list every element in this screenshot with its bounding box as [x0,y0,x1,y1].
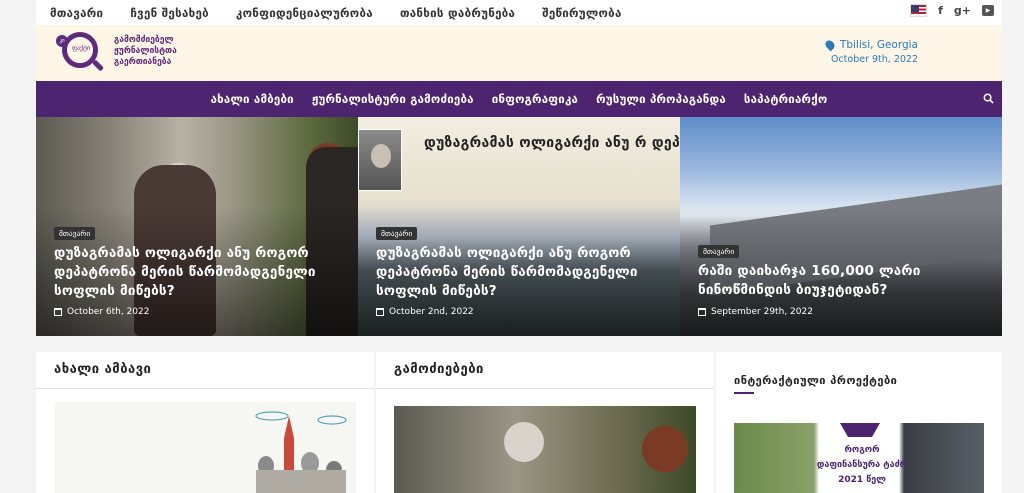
top-nav-item-donate[interactable]: შეწირულობა [542,6,621,20]
top-bar: მთავარი ჩვენ შესახებ კონფიდენციალურობა თ… [36,0,1002,25]
header-date: October 9th, 2022 [830,54,918,65]
location-text: Tbilisi, Georgia [839,39,918,51]
logo-inner-text: ფაქტი [72,45,91,52]
slide-category-badge[interactable]: მთავარი [376,227,418,240]
slide-date-text: September 29th, 2022 [711,307,813,317]
main-nav: ახალი ამბები ჟურნალისტური გამოძიება ინფო… [36,81,1002,117]
slide-image-title: დუზაგრამას ოლიგარქი ანუ რ დეპატრონა მერი… [424,135,680,151]
slide-title[interactable]: დუზაგრამას ოლიგარქი ანუ როგორ დეპატრონა … [54,244,349,301]
investigations-section: გამოძიებები [376,352,714,493]
main-nav-item-infographics[interactable]: ინფოგრაფიკა [492,92,578,106]
calendar-icon [54,308,62,316]
youtube-icon[interactable]: ▶ [982,5,994,16]
calendar-icon [376,308,384,316]
investigation-thumbnail[interactable] [394,406,696,493]
section-divider [36,388,374,389]
news-thumbnail[interactable] [54,402,356,493]
news-section-title[interactable]: ახალი ამბავი [54,362,151,377]
investigations-section-title[interactable]: გამოძიებები [394,362,484,377]
slide-title[interactable]: დუზაგრამას ოლიგარქი ანუ როგორ დეპატრონა … [376,244,671,301]
section-divider [376,388,714,389]
site-header: კი ფაქტი გამომძიებელ ჟურნალისტთა გაერთია… [36,25,1002,81]
main-nav-item-investigative[interactable]: ჟურნალისტური გამოძიება [312,92,474,106]
interactive-section-title[interactable]: ინტერაქტიული პროექტები [734,374,897,387]
logo-handle [91,59,105,72]
slide-date-text: October 2nd, 2022 [389,307,474,317]
site-logo[interactable]: კი ფაქტი გამომძიებელ ჟურნალისტთა გაერთია… [56,29,216,75]
slide-category-badge[interactable]: მთავარი [698,245,740,258]
us-flag-icon[interactable] [910,4,928,17]
main-nav-item-news[interactable]: ახალი ამბები [211,92,294,106]
location: Tbilisi, Georgia [823,38,918,52]
slide-date: October 2nd, 2022 [376,307,474,317]
logo-text: გამომძიებელ ჟურნალისტთა გაერთიანება [114,35,177,67]
top-nav-item-home[interactable]: მთავარი [50,6,103,20]
slide-portrait-image [358,129,402,191]
top-nav-item-about[interactable]: ჩვენ შესახებ [130,6,209,20]
slide-3[interactable]: მთავარი რაში დაიხარჯა 160,000 ლარი ნინოწ… [680,117,1002,336]
facebook-icon[interactable]: f [938,4,943,17]
project-thumbnail-text: როგორ დაფინანსურა ტაძრ 2021 წელ [816,445,908,485]
featured-slider: მთავარი დუზაგრამას ოლიგარქი ანუ როგორ დე… [36,117,1002,336]
news-section: ახალი ამბავი [36,352,374,493]
calendar-icon [698,308,706,316]
slide-title[interactable]: რაში დაიხარჯა 160,000 ლარი ნინოწმინდის ბ… [698,262,993,300]
chevron-badge [840,423,880,437]
top-nav: მთავარი ჩვენ შესახებ კონფიდენციალურობა თ… [50,6,649,20]
logo-badge: კი [56,35,68,47]
interactive-project-thumbnail[interactable]: როგორ დაფინანსურა ტაძრ 2021 წელ [734,423,984,493]
kremlin-illustration [255,411,347,493]
thumbnail-figure [642,426,688,472]
google-plus-icon[interactable]: g+ [954,4,971,17]
section-title-underline [734,392,754,394]
map-pin-icon [823,38,837,52]
main-nav-item-patriarchate[interactable]: საპატრიარქო [744,92,827,106]
thumbnail-figure [504,422,544,462]
slide-2[interactable]: დუზაგრამას ოლიგარქი ანუ რ დეპატრონა მერი… [358,117,680,336]
main-nav-item-russian-propaganda[interactable]: რუსული პროპაგანდა [596,92,726,106]
slide-category-badge[interactable]: მთავარი [54,227,96,240]
search-icon[interactable] [983,93,994,104]
top-nav-item-refund[interactable]: თანხის დაბრუნება [400,6,515,20]
slide-date-text: October 6th, 2022 [67,307,150,317]
slide-date: October 6th, 2022 [54,307,149,317]
slide-date: September 29th, 2022 [698,307,813,317]
social-links: f g+ ▶ [910,4,994,17]
top-nav-item-privacy[interactable]: კონფიდენციალურობა [236,6,373,20]
interactive-section: ინტერაქტიული პროექტები როგორ დაფინანსურა… [716,352,1002,493]
slide-1[interactable]: მთავარი დუზაგრამას ოლიგარქი ანუ როგორ დე… [36,117,358,336]
